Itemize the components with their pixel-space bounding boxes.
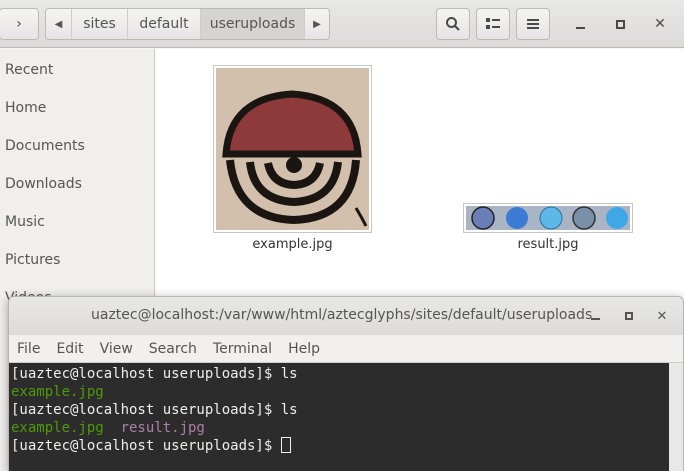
breadcrumb-useruploads[interactable]: useruploads <box>201 9 305 39</box>
file-item-result[interactable] <box>463 203 633 233</box>
terminal-window: uaztec@localhost:/var/www/html/aztecglyp… <box>8 296 684 471</box>
menu-edit[interactable]: Edit <box>48 341 91 357</box>
prompt: [uaztec@localhost useruploads]$ <box>11 438 281 454</box>
terminal-line: example.jpg result.jpg <box>11 419 667 437</box>
ls-output-file: example.jpg <box>11 384 104 400</box>
command: ls <box>280 402 298 418</box>
menu-help[interactable]: Help <box>280 341 328 357</box>
terminal-maximize-button[interactable] <box>618 305 640 327</box>
minimize-button[interactable] <box>568 12 592 36</box>
triangle-right-icon: ▶ <box>313 18 321 30</box>
terminal-title: uaztec@localhost:/var/www/html/aztecglyp… <box>91 307 593 323</box>
sidebar-item-documents[interactable]: Documents <box>0 127 154 165</box>
headerbar: › ◀ sites default useruploads ▶ ✕ <box>0 0 684 48</box>
forward-button[interactable]: › <box>0 8 39 40</box>
chevron-right-icon: › <box>16 16 22 32</box>
view-toggle-button[interactable] <box>476 8 510 40</box>
close-icon: ✕ <box>656 308 668 324</box>
menu-terminal[interactable]: Terminal <box>205 341 280 357</box>
sidebar-item-recent[interactable]: Recent <box>0 51 154 89</box>
result-strip-thumbnail <box>466 206 630 230</box>
minimize-icon <box>590 318 600 320</box>
terminal-scrollbar[interactable] <box>669 363 683 471</box>
breadcrumb-left-arrow[interactable]: ◀ <box>46 9 72 39</box>
terminal-output[interactable]: [uaztec@localhost useruploads]$ ls exampl… <box>9 363 669 471</box>
list-view-icon <box>486 18 500 29</box>
glyph-thumbnail <box>216 68 369 230</box>
maximize-icon <box>615 19 625 29</box>
ls-output-file: result.jpg <box>120 420 205 436</box>
terminal-cursor <box>280 437 291 453</box>
sidebar-item-home[interactable]: Home <box>0 89 154 127</box>
terminal-line: [uaztec@localhost useruploads]$ ls <box>11 365 667 383</box>
command: ls <box>280 366 298 382</box>
terminal-line: [uaztec@localhost useruploads]$ ls <box>11 401 667 419</box>
file-item-example[interactable] <box>213 65 372 233</box>
terminal-menubar: File Edit View Search Terminal Help <box>9 335 683 363</box>
menu-file[interactable]: File <box>9 341 48 357</box>
close-button[interactable]: ✕ <box>648 12 672 36</box>
search-button[interactable] <box>436 8 470 40</box>
breadcrumb-sites[interactable]: sites <box>72 9 128 39</box>
ls-output-file: example.jpg <box>11 420 104 436</box>
file-name-result: result.jpg <box>517 237 579 252</box>
terminal-line: example.jpg <box>11 383 667 401</box>
minimize-icon <box>575 27 585 29</box>
triangle-left-icon: ◀ <box>54 18 63 30</box>
breadcrumb-default[interactable]: default <box>128 9 201 39</box>
close-icon: ✕ <box>654 16 666 32</box>
breadcrumb: ◀ sites default useruploads ▶ <box>45 8 330 40</box>
file-name-example: example.jpg <box>252 237 333 252</box>
maximize-icon <box>625 312 633 320</box>
menu-search[interactable]: Search <box>141 341 205 357</box>
prompt: [uaztec@localhost useruploads]$ <box>11 402 281 418</box>
terminal-close-button[interactable]: ✕ <box>651 305 673 327</box>
menu-view[interactable]: View <box>92 341 141 357</box>
terminal-minimize-button[interactable] <box>584 305 606 327</box>
maximize-button[interactable] <box>608 12 632 36</box>
prompt: [uaztec@localhost useruploads]$ <box>11 366 281 382</box>
menu-button[interactable] <box>516 8 550 40</box>
search-icon <box>446 17 460 31</box>
terminal-line: [uaztec@localhost useruploads]$ <box>11 437 667 455</box>
terminal-titlebar[interactable]: uaztec@localhost:/var/www/html/aztecglyp… <box>9 297 683 335</box>
sidebar-item-pictures[interactable]: Pictures <box>0 241 154 279</box>
hamburger-menu-icon <box>527 19 539 29</box>
breadcrumb-right-arrow[interactable]: ▶ <box>305 9 329 39</box>
sidebar-item-music[interactable]: Music <box>0 203 154 241</box>
sidebar-item-downloads[interactable]: Downloads <box>0 165 154 203</box>
